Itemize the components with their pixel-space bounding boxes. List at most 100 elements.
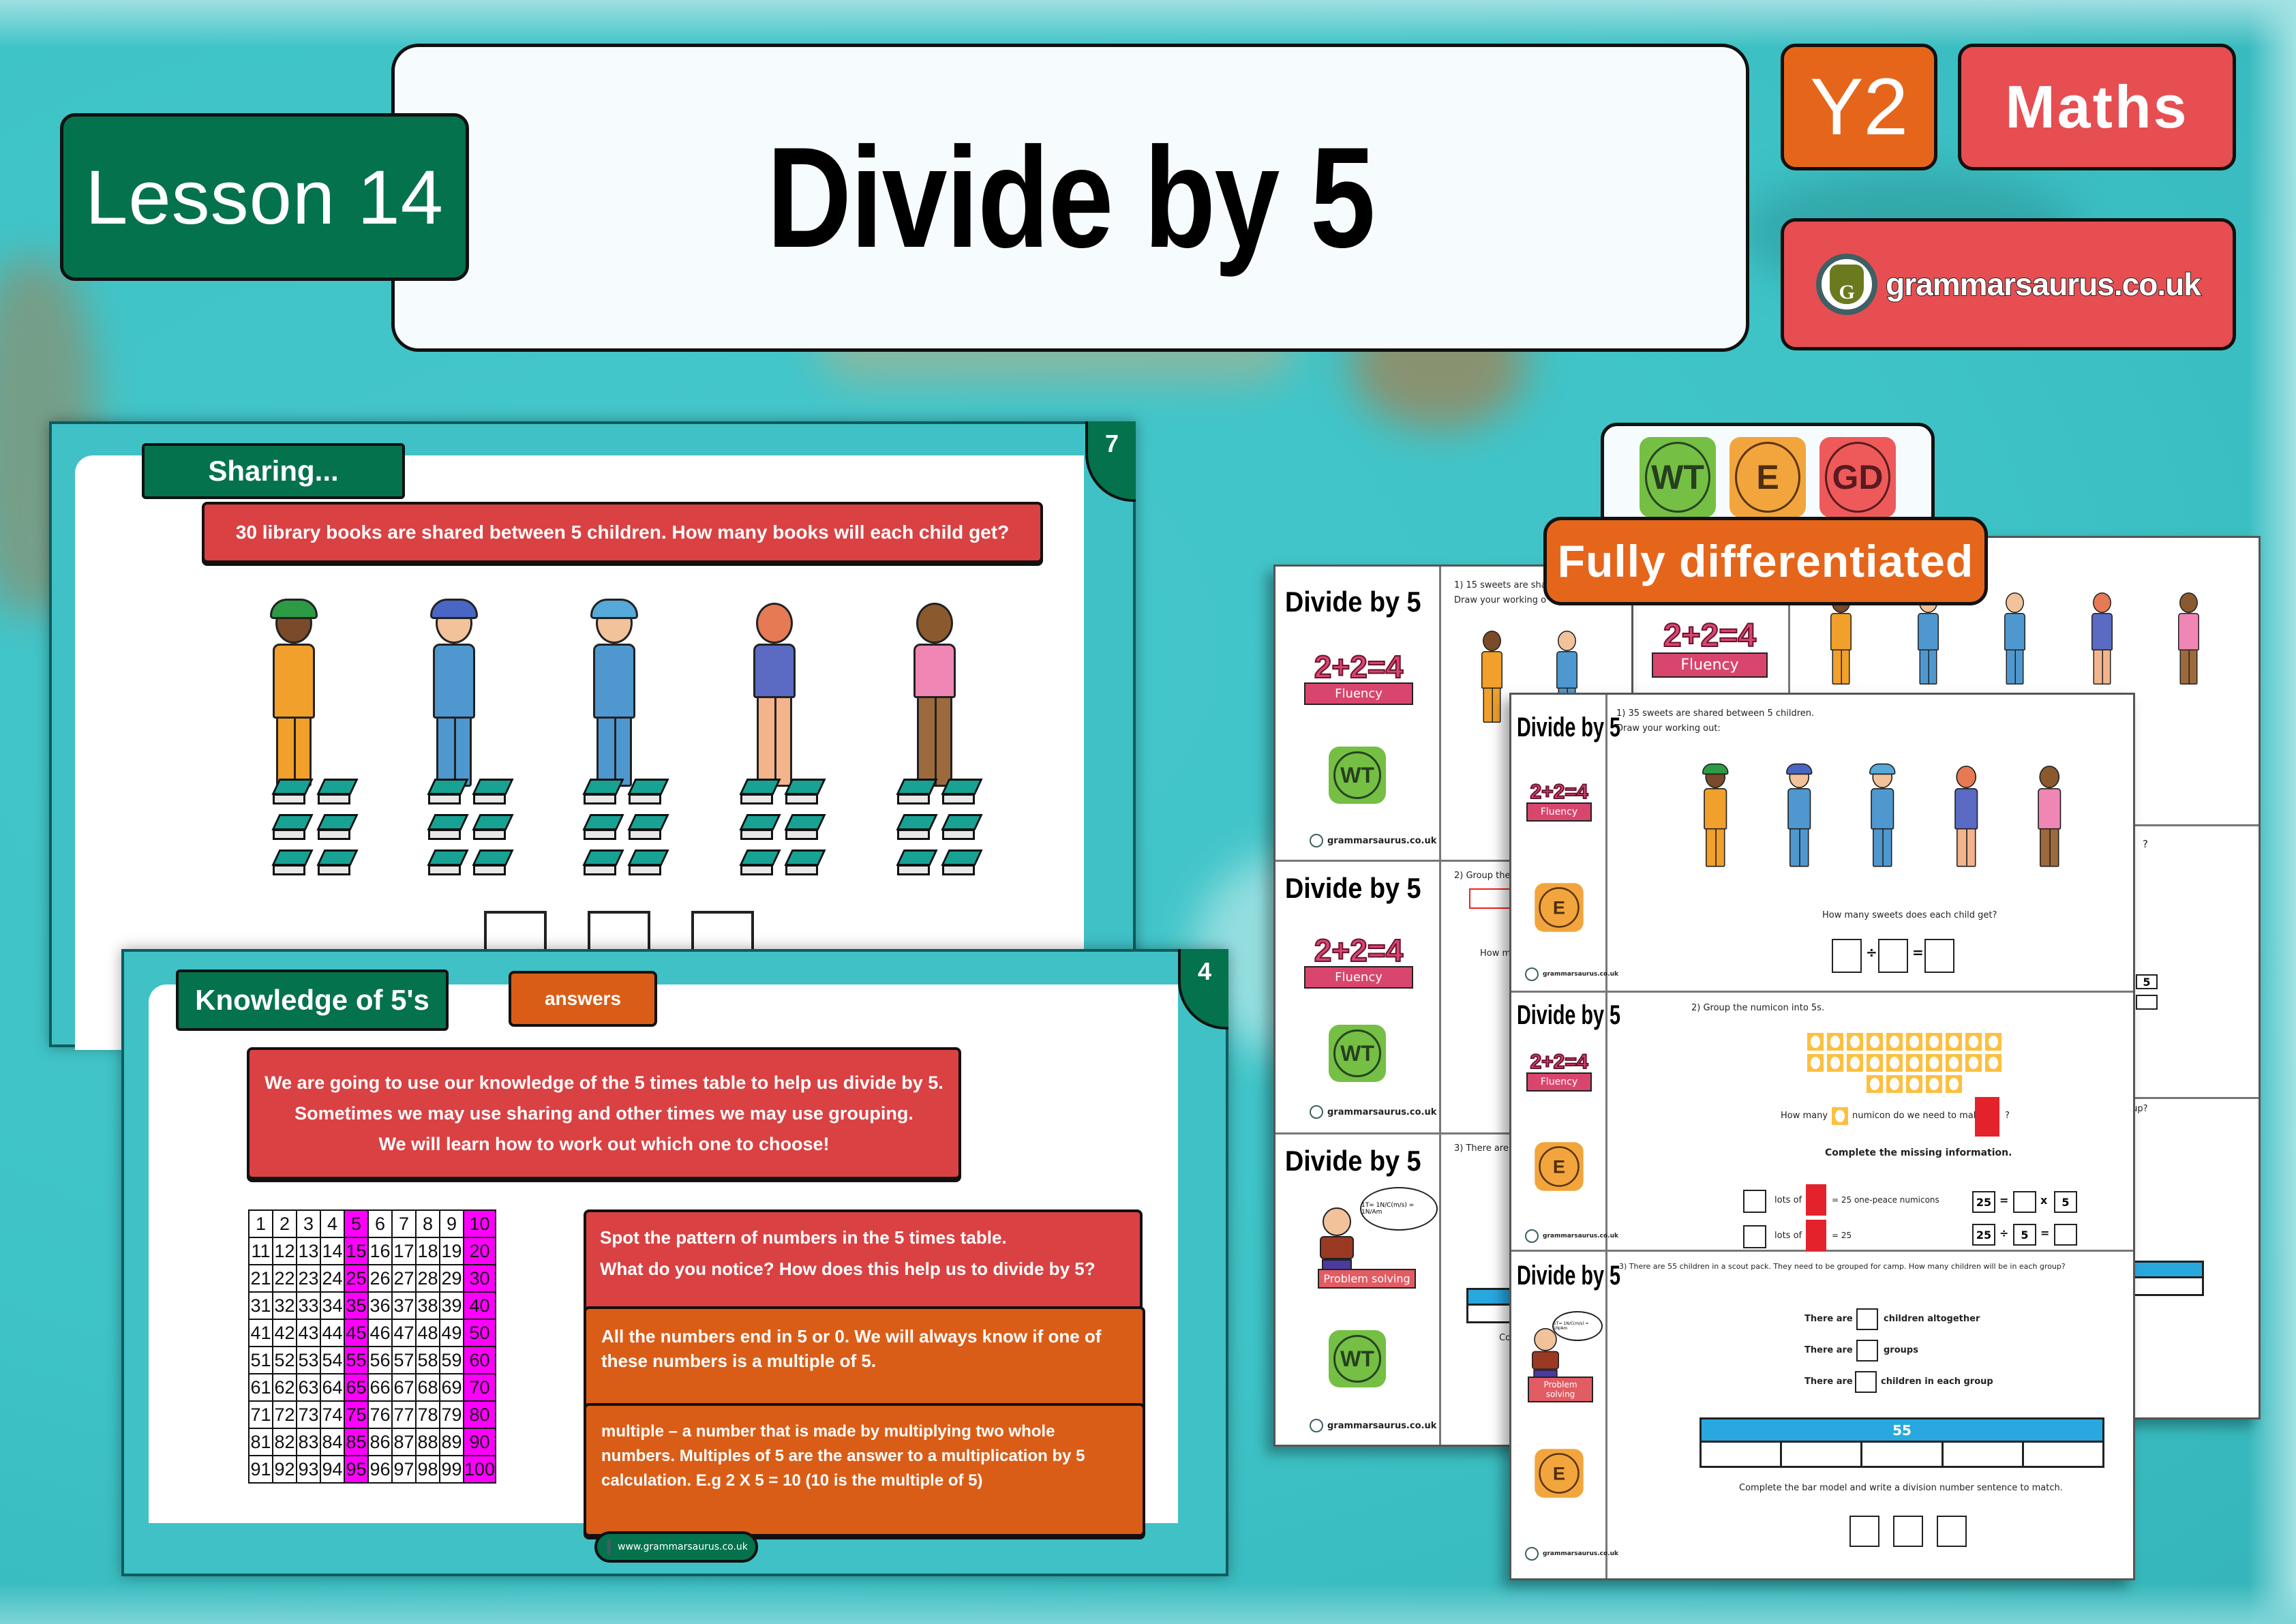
answer-box[interactable] (2013, 1191, 2036, 1213)
child-figure (1953, 766, 1980, 867)
bar-part[interactable] (1862, 1443, 1944, 1466)
numicon-five-icon (1806, 1220, 1826, 1251)
hundred-square-cell: 64 (320, 1373, 345, 1402)
fluency-icon: 2+2=4 Fluency (1526, 1051, 1592, 1092)
question-text: = 25 (1832, 1231, 1852, 1240)
book-icon (273, 849, 311, 877)
grammarsaurus-logo-icon (1525, 967, 1539, 981)
intro-box: We are going to use our knowledge of the… (247, 1047, 961, 1179)
hundred-square-cell: 58 (415, 1346, 440, 1374)
hundred-square-cell: 16 (367, 1237, 393, 1265)
site-logo-badge[interactable]: G grammarsaurus.co.uk (1781, 218, 2236, 350)
answer-box[interactable] (1924, 939, 1954, 973)
question-text: groups (1884, 1345, 1918, 1355)
answer-box[interactable] (2054, 1224, 2077, 1246)
hundred-square-cell: 89 (439, 1428, 464, 1456)
answer-box[interactable] (1937, 1516, 1967, 1547)
worksheet-row-divider (1511, 991, 2133, 993)
hundred-square-cell: 19 (439, 1237, 464, 1265)
pattern-box: Spot the pattern of numbers in the 5 tim… (584, 1209, 1143, 1319)
bar-cells[interactable] (1702, 1443, 2102, 1466)
hundred-square-cell: 68 (415, 1373, 440, 1402)
bar-part[interactable] (2024, 1443, 2102, 1466)
numicon-piece-icon (1807, 1033, 1824, 1051)
hundred-square-cell: 86 (367, 1428, 393, 1456)
book-icon (473, 779, 511, 806)
answer-box[interactable] (1878, 939, 1908, 973)
book-group (273, 779, 356, 877)
year-badge: Y2 (1781, 44, 1937, 170)
thinking-child-icon (1316, 1207, 1357, 1274)
worksheet-title: Divide by 5 (1285, 1145, 1421, 1177)
numicon-piece-icon (1926, 1033, 1942, 1051)
bar-part[interactable] (1782, 1443, 1863, 1466)
book-icon (740, 849, 779, 877)
hundred-square-cell: 34 (320, 1291, 345, 1320)
question-text: ? (2143, 838, 2148, 850)
hundred-square: 1 2 3 4 5 6 7 8 9 10 11 12 13 14 15 16 17 18 19 20 21 22 23 24 2… (248, 1209, 497, 1484)
hundred-square-cell: 48 (415, 1319, 440, 1347)
book-icon (473, 849, 511, 877)
hundred-square-row: 91 92 93 94 95 96 97 98 99 100 (248, 1455, 497, 1484)
hundred-square-cell: 15 (344, 1237, 369, 1265)
book-group (584, 779, 667, 877)
equals-symbol: = (1912, 944, 1924, 961)
hundred-square-cell: 1 (248, 1209, 273, 1238)
hundred-square-cell: 35 (344, 1291, 369, 1320)
answer-box[interactable] (1743, 1190, 1766, 1213)
book-icon (942, 779, 980, 806)
numicon-piece-icon (1926, 1075, 1942, 1093)
child-figure (2003, 592, 2027, 685)
numicon-piece-icon (1886, 1054, 1903, 1072)
answers-button[interactable]: answers (509, 971, 657, 1027)
question-text: lots of (1774, 1231, 1802, 1241)
hundred-square-row: 1 2 3 4 5 6 7 8 9 10 (248, 1209, 497, 1238)
gd-badge-icon: GD (1819, 437, 1896, 517)
question-box: 30 library books are shared between 5 ch… (202, 502, 1043, 563)
numicon-piece-icon (1946, 1075, 1962, 1093)
hundred-square-cell: 63 (296, 1373, 321, 1402)
numicon-piece-icon (1827, 1054, 1843, 1072)
definition-box: multiple – a number that is made by mult… (584, 1403, 1145, 1537)
hundred-square-cell: 44 (320, 1319, 345, 1347)
answer-box[interactable]: 5 (2136, 974, 2158, 989)
answer-box[interactable] (1855, 1371, 1877, 1393)
book-group (428, 779, 511, 877)
given-value-box: 25 (1972, 1224, 1995, 1246)
numicon-five-icon (1806, 1184, 1826, 1216)
differentiation-badges: WT E GD (1601, 423, 1935, 532)
worksheet-title: Divide by 5 (1285, 872, 1421, 904)
answer-box[interactable] (1893, 1516, 1923, 1547)
wt-badge-icon: WT (1640, 437, 1716, 517)
child-figure (2090, 592, 2114, 685)
book-icon (273, 779, 311, 806)
hundred-square-row: 71 72 73 74 75 76 77 78 79 80 (248, 1400, 497, 1429)
answer-box[interactable] (2136, 995, 2158, 1010)
numicon-piece-icon (1886, 1075, 1903, 1093)
hundred-square-cell: 32 (272, 1291, 297, 1320)
question-text: Complete the missing information. (1825, 1147, 2012, 1158)
intro-line: We will learn how to work out which one … (378, 1133, 830, 1154)
grammarsaurus-logo-icon (1525, 1229, 1539, 1243)
answer-box[interactable] (1743, 1225, 1766, 1248)
answer-box[interactable] (1856, 1308, 1878, 1330)
bar-part[interactable] (1702, 1443, 1783, 1466)
hundred-square-cell: 29 (439, 1264, 464, 1293)
hundred-square-cell: 88 (415, 1428, 440, 1456)
book-icon (318, 779, 356, 806)
intro-line: We are going to use our knowledge of the… (265, 1072, 943, 1093)
question-text: children in each group (1881, 1377, 1993, 1387)
bar-part[interactable] (1944, 1443, 2024, 1466)
hundred-square-cell: 66 (367, 1373, 393, 1402)
answer-box[interactable] (1832, 939, 1862, 973)
thought-bubble: 1T= 1N/C(m/s) = 1N/Am (1360, 1187, 1438, 1231)
hundred-square-cell: 91 (248, 1455, 273, 1484)
question-text: 2) Group the (1454, 871, 1511, 881)
hundred-square-cell: 43 (296, 1319, 321, 1347)
hundred-square-cell: 12 (272, 1237, 297, 1265)
hundred-square-cell: 50 (462, 1319, 497, 1347)
answer-box[interactable] (1856, 1340, 1878, 1362)
question-text: ? (2005, 1111, 2010, 1121)
answer-box[interactable] (1849, 1516, 1879, 1547)
footer-url-pill[interactable]: www.grammarsaurus.co.uk (594, 1531, 758, 1563)
